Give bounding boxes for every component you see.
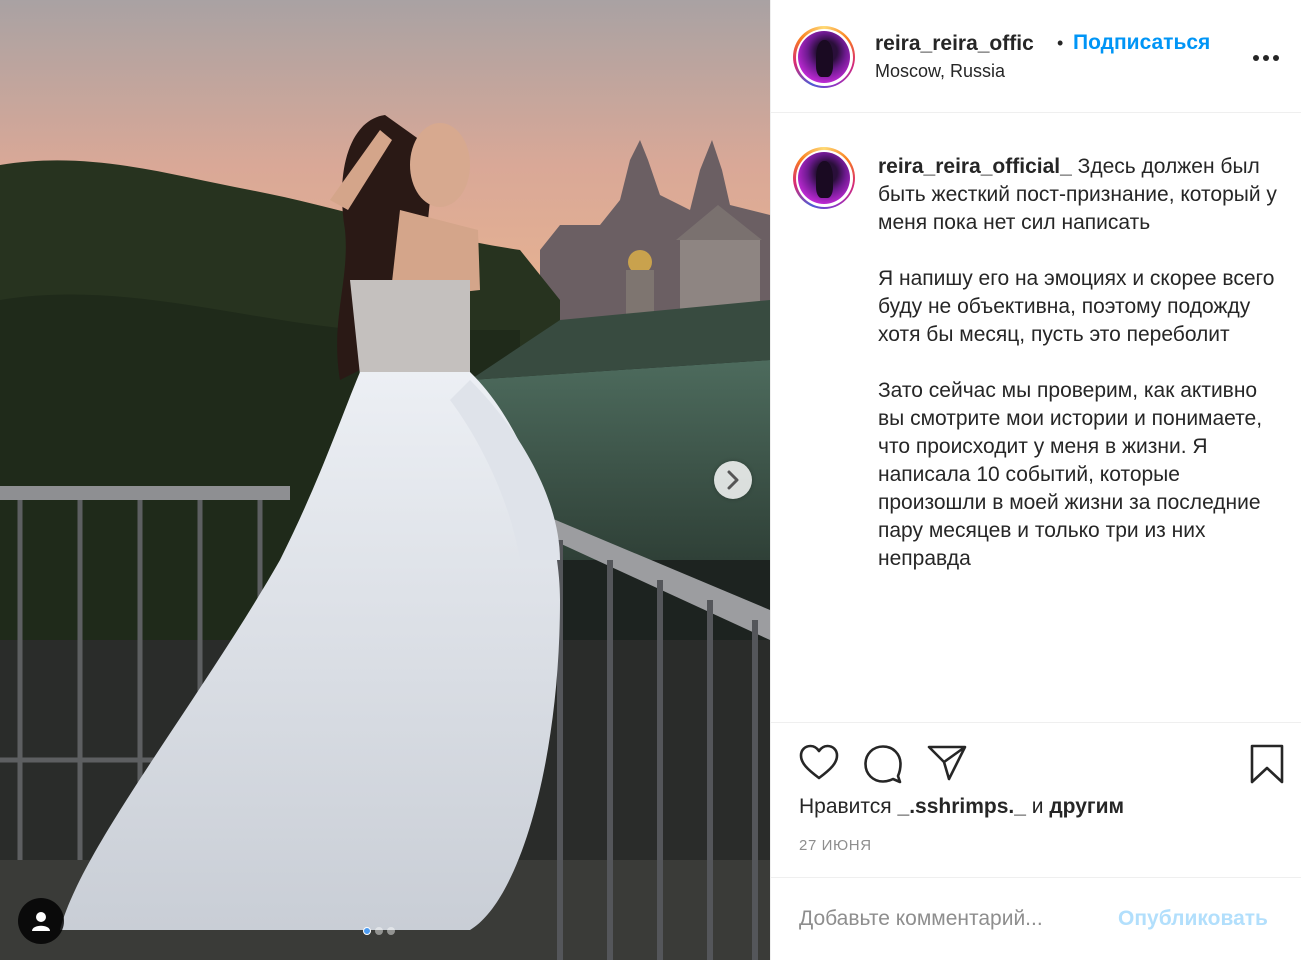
caption: reira_reira_official_ Здесь должен был б… [878, 153, 1283, 573]
post-date[interactable]: 27 ИЮНЯ [799, 837, 872, 854]
caption-text: Здесь должен был быть жесткий пост-призн… [878, 155, 1277, 570]
chevron-right-icon [727, 470, 739, 490]
comment-input[interactable] [799, 904, 1109, 934]
carousel-indicator [363, 927, 395, 935]
more-horizontal-icon[interactable] [1253, 52, 1279, 64]
carousel-dot [363, 927, 371, 935]
share-icon[interactable] [927, 744, 967, 787]
likes-summary: Нравится _.sshrimps._ и другим [799, 795, 1124, 819]
bookmark-icon[interactable] [1249, 744, 1285, 789]
publish-button[interactable]: Опубликовать [1118, 907, 1268, 931]
likes-conjunction: и [1031, 795, 1044, 818]
caption-author-avatar[interactable] [793, 147, 855, 209]
post-photo[interactable] [0, 0, 770, 960]
post-header: reira_reira_offic • Подписаться Moscow, … [771, 0, 1301, 113]
post-details-panel: reira_reira_offic • Подписаться Moscow, … [770, 0, 1301, 960]
photo-scene [0, 0, 770, 960]
location-link[interactable]: Moscow, Russia [875, 61, 1005, 82]
carousel-dot [375, 927, 383, 935]
author-avatar[interactable] [793, 26, 855, 88]
liker-username[interactable]: _.sshrimps._ [898, 795, 1026, 818]
tagged-users-button[interactable] [18, 898, 64, 944]
caption-username[interactable]: reira_reira_official_ [878, 155, 1072, 178]
heart-icon[interactable] [799, 744, 839, 787]
likes-others-link[interactable]: другим [1049, 795, 1124, 818]
header-separator: • [1057, 33, 1064, 53]
follow-button[interactable]: Подписаться [1073, 31, 1210, 55]
caption-section: reira_reira_official_ Здесь должен был б… [771, 113, 1301, 723]
next-slide-button[interactable] [714, 461, 752, 499]
action-bar [799, 744, 1289, 784]
likes-prefix: Нравится [799, 795, 892, 818]
comment-form: Опубликовать [771, 877, 1301, 960]
user-icon [32, 912, 50, 931]
comment-icon[interactable] [863, 744, 903, 789]
author-username[interactable]: reira_reira_offic [875, 32, 1034, 56]
carousel-dot [387, 927, 395, 935]
